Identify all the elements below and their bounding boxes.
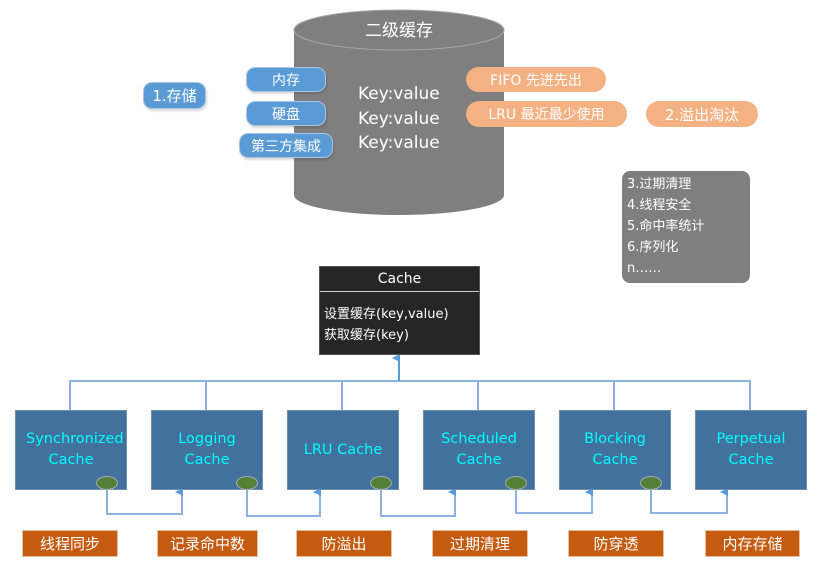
impl-name: Blocking Cache [584, 431, 646, 468]
decorator-dot [370, 476, 392, 490]
feature-label: 内存存储 [705, 530, 800, 557]
entry: Key:value [358, 133, 440, 153]
cylinder-title: 二级缓存 [365, 21, 433, 41]
eviction-label: 2.溢出淘汰 [646, 101, 758, 127]
diagram: 二级缓存 Key:value Key:value Key:value 1.存储 … [0, 0, 819, 570]
entry: Key:value [358, 109, 440, 129]
cache-interface: Cache 设置缓存(key,value) 获取缓存(key) [319, 266, 480, 355]
impl-name: Scheduled Cache [441, 431, 517, 468]
method: 获取缓存(key) [324, 328, 409, 343]
eviction-item: LRU 最近最少使用 [466, 101, 627, 127]
note: 6.序列化 [627, 240, 679, 255]
notes-box: 3.过期清理 4.线程安全 5.命中率统计 6.序列化 n…… [622, 171, 750, 283]
decorator-dot [96, 476, 118, 490]
method: 设置缓存(key,value) [324, 307, 449, 322]
note: n…… [627, 261, 662, 276]
storage-label: 1.存储 [143, 82, 206, 109]
feature-label: 线程同步 [22, 530, 118, 557]
decorator-dot [505, 476, 527, 490]
impl-name: Perpetual Cache [716, 431, 786, 468]
note: 3.过期清理 [627, 177, 692, 192]
note: 5.命中率统计 [627, 219, 705, 234]
feature-label: 防溢出 [296, 530, 392, 557]
decorator-dot [640, 476, 662, 490]
impl-box: Perpetual Cache [695, 410, 807, 490]
storage-item: 第三方集成 [239, 133, 333, 158]
feature-label: 防穿透 [568, 530, 664, 557]
impl-name: Synchronized Cache [26, 431, 124, 468]
decorator-dot [236, 476, 258, 490]
impl-name: LRU Cache [303, 441, 383, 458]
entry: Key:value [358, 84, 440, 104]
cache-title: Cache [320, 267, 479, 292]
storage-item: 内存 [246, 67, 326, 92]
impl-name: Logging Cache [178, 431, 236, 468]
feature-label: 记录命中数 [157, 530, 258, 557]
note: 4.线程安全 [627, 198, 692, 213]
eviction-item: FIFO 先进先出 [466, 67, 606, 92]
bus-line [69, 380, 751, 410]
feature-label: 过期清理 [432, 530, 528, 557]
storage-item: 硬盘 [246, 101, 326, 126]
